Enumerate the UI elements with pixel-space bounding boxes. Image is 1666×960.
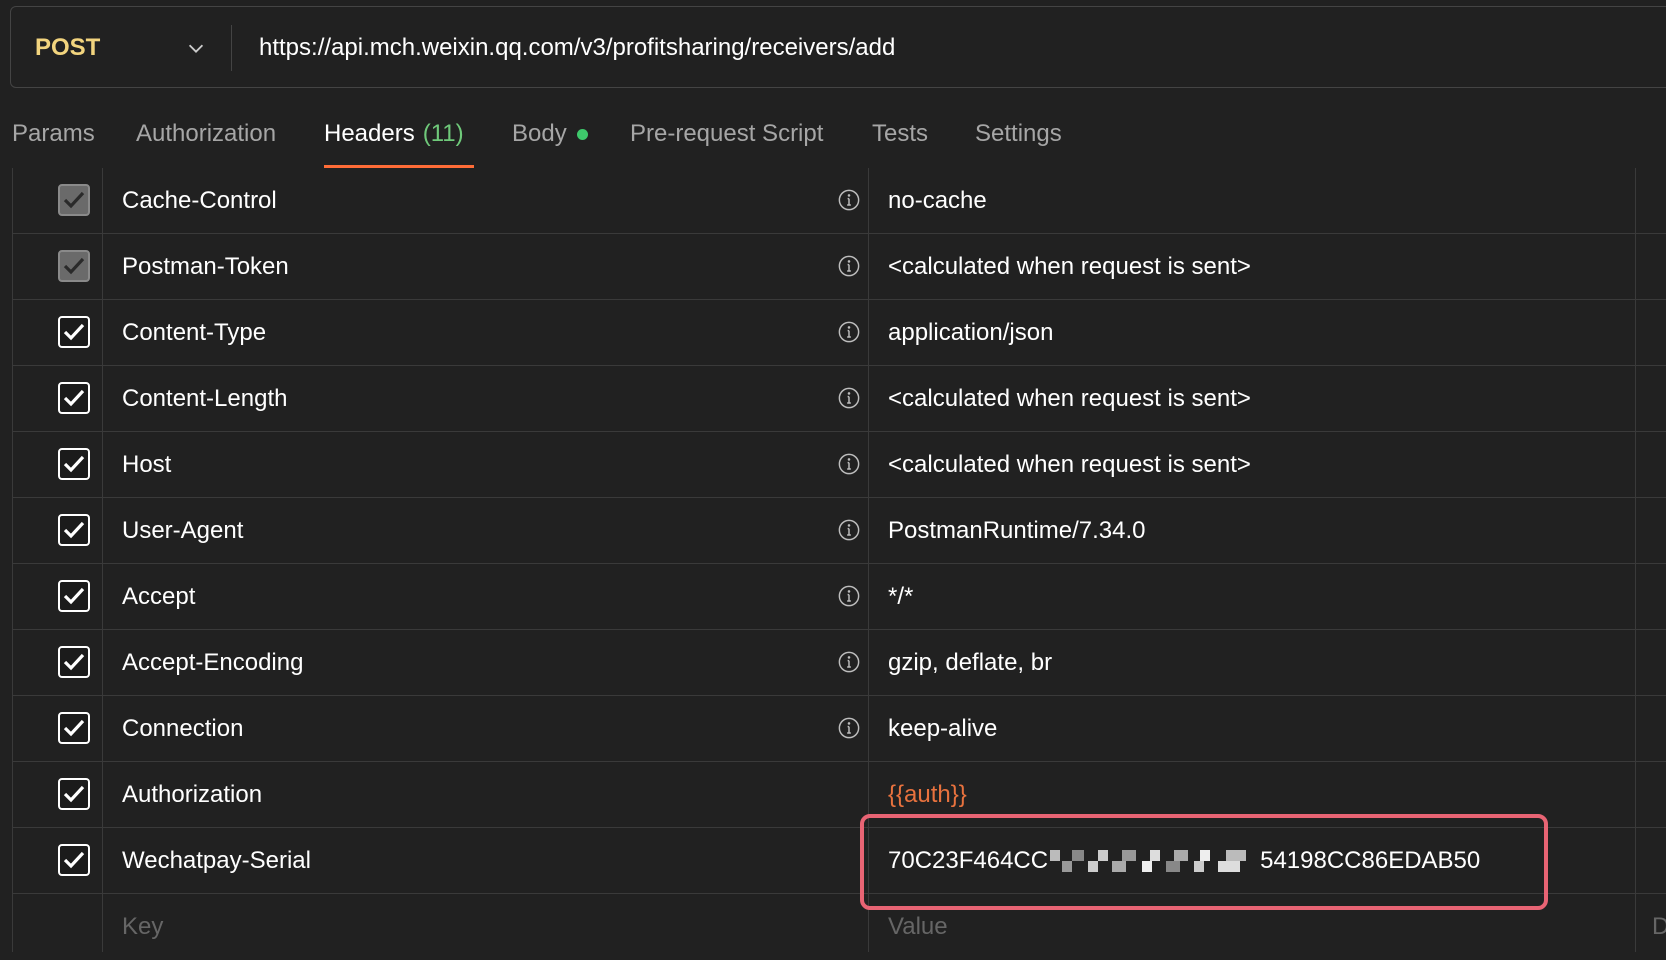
check-icon	[63, 257, 85, 275]
row-checkbox[interactable]	[58, 712, 90, 744]
table-row: Host <calculated when request is sent>	[12, 432, 1666, 498]
check-icon	[63, 653, 85, 671]
table-row: Authorization {{auth}}	[12, 762, 1666, 828]
table-row: Accept-Encoding gzip, deflate, br	[12, 630, 1666, 696]
tab-params[interactable]: Params	[12, 100, 95, 168]
row-checkbox[interactable]	[58, 646, 90, 678]
header-value[interactable]: keep-alive	[888, 696, 997, 762]
row-checkbox[interactable]	[58, 778, 90, 810]
header-key[interactable]: Wechatpay-Serial	[122, 828, 311, 894]
tab-settings[interactable]: Settings	[975, 100, 1062, 168]
header-value[interactable]: */*	[888, 564, 913, 630]
check-icon	[63, 455, 85, 473]
tab-pre-request-script[interactable]: Pre-request Script	[630, 100, 823, 168]
table-row: Postman-Token <calculated when request i…	[12, 234, 1666, 300]
header-value[interactable]: application/json	[888, 300, 1053, 366]
serial-suffix: 54198CC86EDAB50	[1260, 847, 1481, 874]
header-value[interactable]: gzip, deflate, br	[888, 630, 1052, 696]
new-value-input[interactable]: Value	[888, 894, 948, 960]
tab-label: Headers	[324, 120, 415, 147]
info-icon[interactable]	[838, 717, 860, 739]
info-icon[interactable]	[838, 453, 860, 475]
header-value[interactable]: no-cache	[888, 168, 987, 234]
serial-prefix: 70C23F464CC	[888, 847, 1049, 874]
tab-label: Params	[12, 120, 95, 147]
tab-authorization[interactable]: Authorization	[136, 100, 276, 168]
info-icon[interactable]	[838, 189, 860, 211]
headers-count-badge: (11)	[422, 120, 464, 147]
header-key[interactable]: Accept	[122, 564, 195, 630]
header-key[interactable]: Postman-Token	[122, 234, 289, 300]
header-value[interactable]: <calculated when request is sent>	[888, 366, 1251, 432]
check-icon	[63, 389, 85, 407]
header-value-variable[interactable]: {{auth}}	[888, 762, 967, 828]
header-value[interactable]: 70C23F464CC 54198CC86EDAB50	[888, 828, 1480, 894]
row-checkbox[interactable]	[58, 844, 90, 876]
row-checkbox[interactable]	[58, 448, 90, 480]
header-value[interactable]: <calculated when request is sent>	[888, 432, 1251, 498]
tab-label: Pre-request Script	[630, 120, 824, 147]
tab-label: Body	[512, 120, 567, 147]
header-key[interactable]: Content-Type	[122, 300, 266, 366]
table-row: Content-Type application/json	[12, 300, 1666, 366]
info-icon[interactable]	[838, 387, 860, 409]
check-icon	[63, 323, 85, 341]
check-icon	[63, 191, 85, 209]
check-icon	[63, 521, 85, 539]
check-icon	[63, 719, 85, 737]
new-header-row: Key Value D	[12, 894, 1666, 960]
header-value[interactable]: PostmanRuntime/7.34.0	[888, 498, 1145, 564]
row-checkbox[interactable]	[58, 382, 90, 414]
row-checkbox[interactable]	[58, 250, 90, 282]
redacted-pixelation	[1050, 850, 1259, 872]
info-icon[interactable]	[838, 585, 860, 607]
row-checkbox[interactable]	[58, 580, 90, 612]
tab-label: Tests	[872, 120, 929, 147]
row-checkbox[interactable]	[58, 316, 90, 348]
header-key[interactable]: Host	[122, 432, 171, 498]
row-checkbox[interactable]	[58, 184, 90, 216]
headers-table: Cache-Control no-cache Postman-Token <ca…	[12, 168, 1666, 952]
header-key[interactable]: Accept-Encoding	[122, 630, 303, 696]
chevron-down-icon[interactable]	[185, 37, 207, 59]
info-icon[interactable]	[838, 651, 860, 673]
row-checkbox[interactable]	[58, 514, 90, 546]
url-input[interactable]: https://api.mch.weixin.qq.com/v3/profits…	[259, 7, 895, 89]
request-tabs: Params Authorization Headers (11) Body P…	[0, 100, 1666, 168]
table-row: Accept */*	[12, 564, 1666, 630]
tab-headers[interactable]: Headers (11)	[324, 100, 474, 168]
new-description-input[interactable]: D	[1652, 894, 1666, 960]
request-url-bar: POST https://api.mch.weixin.qq.com/v3/pr…	[10, 6, 1666, 88]
header-key[interactable]: Connection	[122, 696, 243, 762]
table-row: Content-Length <calculated when request …	[12, 366, 1666, 432]
tab-label: Authorization	[136, 120, 277, 147]
method-label: POST	[35, 34, 101, 61]
table-row: Connection keep-alive	[12, 696, 1666, 762]
info-icon[interactable]	[838, 255, 860, 277]
header-key[interactable]: User-Agent	[122, 498, 243, 564]
table-row: User-Agent PostmanRuntime/7.34.0	[12, 498, 1666, 564]
tab-tests[interactable]: Tests	[872, 100, 928, 168]
header-key[interactable]: Authorization	[122, 762, 262, 828]
header-key[interactable]: Cache-Control	[122, 168, 277, 234]
check-icon	[63, 785, 85, 803]
header-key[interactable]: Content-Length	[122, 366, 287, 432]
table-row: Cache-Control no-cache	[12, 168, 1666, 234]
info-icon[interactable]	[838, 321, 860, 343]
body-status-dot	[576, 128, 588, 140]
url-divider	[231, 25, 232, 71]
table-row: Wechatpay-Serial 70C23F464CC 54198CC86EDA…	[12, 828, 1666, 894]
tab-body[interactable]: Body	[512, 100, 588, 168]
tab-label: Settings	[975, 120, 1062, 147]
check-icon	[63, 587, 85, 605]
new-key-input[interactable]: Key	[122, 894, 163, 960]
info-icon[interactable]	[838, 519, 860, 541]
check-icon	[63, 851, 85, 869]
header-value[interactable]: <calculated when request is sent>	[888, 234, 1251, 300]
